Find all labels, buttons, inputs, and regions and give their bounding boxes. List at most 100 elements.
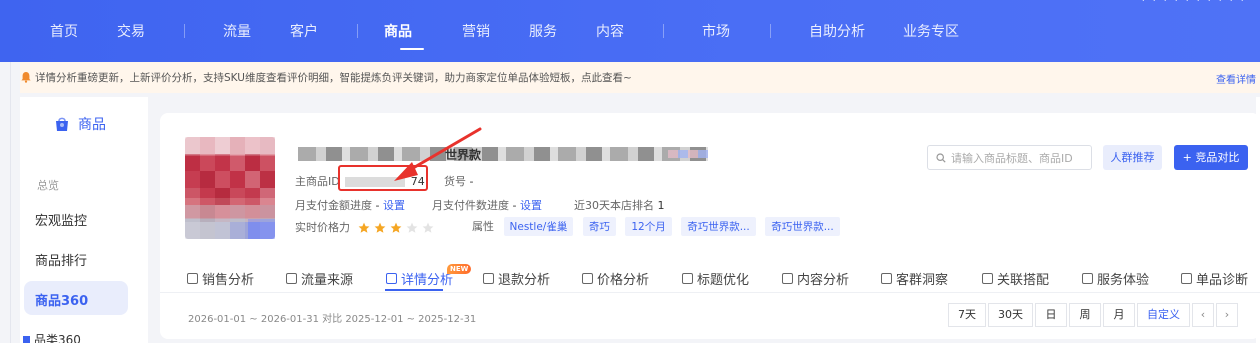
tab-label: 销售分析 [202,273,255,288]
title-icon [682,273,693,284]
traffic-icon [286,273,297,284]
pay-count-set-link[interactable]: 设置 [520,199,542,212]
notice-view-details-link[interactable]: 查看详情 [1216,71,1256,86]
period-7-days[interactable]: 7天 [948,303,986,327]
nav-content[interactable]: 内容 [596,21,624,41]
tab-traffic-source[interactable]: 流量来源 [286,269,353,288]
sidebar-group-overview: 总览 [37,179,59,192]
sidebar-item-category-360[interactable]: 品类360 [23,331,81,343]
link-icon [982,273,993,284]
thumbnail-pixelation [185,137,275,239]
product-card: 世界款 主商品ID 74 货号 - 月支付金额进度 - 设置 月支付件数进度 -… [160,113,1260,339]
tab-label: 详情分析 [401,273,454,288]
pay-count-label: 月支付件数进度 [432,199,509,212]
price-power-label: 实时价格力 [295,221,350,234]
sidebar-brand-label: 商品 [78,117,106,133]
nav-service[interactable]: 服务 [529,21,557,41]
nav-traffic[interactable]: 流量 [223,21,251,41]
sales-icon [187,273,198,284]
tab-title-optimize[interactable]: 标题优化 [682,269,749,288]
tab-audience-insight[interactable]: 客群洞察 [881,269,948,288]
tab-refund-analysis[interactable]: 退款分析 [483,269,550,288]
attributes-label: 属性 [472,220,494,233]
store-rank-label: 近30天本店排名 [574,199,654,212]
search-icon [936,153,946,163]
product-sku-value: - [469,175,474,188]
top-navigation: · · · · · · · · · · 首页 交易 流量 客户 商品 营销 服务… [0,0,1260,62]
nav-trade[interactable]: 交易 [117,21,145,41]
tab-label: 标题优化 [697,273,750,288]
sidebar-item-macro-monitor[interactable]: 宏观监控 [35,210,87,229]
product-search-input[interactable] [951,150,1089,166]
sidebar-brand[interactable]: 商品 [52,114,106,134]
nav-self-analysis[interactable]: 自助分析 [809,21,865,41]
pay-amount-set-link[interactable]: 设置 [383,199,405,212]
new-badge: NEW [447,264,472,274]
period-selector: 7天 30天 日 周 月 自定义 ‹ › [948,303,1238,327]
crowd-recommend-button[interactable]: 人群推荐 [1103,145,1162,170]
tab-label: 价格分析 [597,273,650,288]
product-title-blurred [298,147,708,161]
nav-active-indicator [400,48,424,50]
nav-customer[interactable]: 客户 [290,21,318,41]
tab-price-analysis[interactable]: 价格分析 [582,269,649,288]
chevron-right-icon[interactable]: › [1216,303,1238,327]
tab-service-experience[interactable]: 服务体验 [1082,269,1149,288]
store-rank-row: 近30天本店排名 1 [574,197,665,213]
tab-sales-analysis[interactable]: 销售分析 [187,269,254,288]
period-custom[interactable]: 自定义 [1137,303,1190,327]
tab-label: 客群洞察 [896,273,949,288]
square-bullet-icon [23,336,30,343]
tab-label: 单品诊断 [1196,273,1249,288]
date-range-text: 2026-01-01 ~ 2026-01-31 对比 2025-12-01 ~ … [188,314,477,325]
audience-icon [881,273,892,284]
attribute-tag-variant[interactable]: 奇巧世界款... [681,217,756,236]
pay-amount-row: 月支付金额进度 - 设置 [295,197,405,213]
sidebar-item-product-ranking[interactable]: 商品排行 [35,250,87,269]
product-bag-icon [56,117,68,131]
attribute-tag-shelf-life[interactable]: 12个月 [625,217,672,236]
sidebar: 商品 总览 宏观监控 商品排行 商品360 品类360 [20,97,148,343]
nav-business-zone[interactable]: 业务专区 [903,21,959,41]
attribute-tag-brand[interactable]: Nestle/雀巢 [503,217,574,236]
attribute-tag-series[interactable]: 奇巧 [582,217,616,236]
star-filled-icon [358,222,369,233]
notice-text[interactable]: 详情分析重磅更新，上新评价分析，支持SKU维度查看评价明细，智能提炼负评关键词，… [35,70,632,85]
tab-label: 关联搭配 [997,273,1050,288]
nav-marketing[interactable]: 营销 [462,21,490,41]
sidebar-item-product-360[interactable]: 商品360 [24,281,128,315]
chevron-left-icon[interactable]: ‹ [1192,303,1214,327]
price-power-rating [358,222,434,234]
sidebar-item-label: 商品360 [35,294,89,309]
competitor-compare-button[interactable]: + 竞品对比 [1174,145,1248,170]
product-sku-label: 货号 [444,175,466,188]
pay-amount-value: - [375,199,380,212]
detail-icon [386,273,397,284]
nav-separator [663,24,664,38]
sidebar-item-label: 品类360 [34,333,81,343]
product-title: 世界款 [445,148,482,162]
period-week[interactable]: 周 [1069,303,1101,327]
period-30-days[interactable]: 30天 [988,303,1033,327]
period-day[interactable]: 日 [1035,303,1067,327]
price-power-row: 实时价格力 [295,219,434,235]
nav-home[interactable]: 首页 [50,21,78,41]
attribute-tag-variant[interactable]: 奇巧世界款... [765,217,840,236]
price-icon [582,273,593,284]
pay-count-value: - [512,199,517,212]
nav-market[interactable]: 市场 [702,21,730,41]
tab-content-analysis[interactable]: 内容分析 [782,269,849,288]
tab-detail-analysis[interactable]: 详情分析 [386,269,453,288]
product-sku-row: 货号 - [444,173,473,189]
nav-separator [770,24,771,38]
period-month[interactable]: 月 [1103,303,1135,327]
tab-related-match[interactable]: 关联搭配 [982,269,1049,288]
top-right-links[interactable]: · · · · · · · · · · [1142,0,1246,7]
service-icon [1082,273,1093,284]
nav-separator [357,24,358,38]
product-search-box[interactable] [927,145,1092,170]
active-tab-underline [385,289,443,291]
tab-product-diagnosis[interactable]: 单品诊断 [1181,269,1248,288]
nav-product[interactable]: 商品 [384,21,412,41]
tab-label: 流量来源 [301,273,354,288]
